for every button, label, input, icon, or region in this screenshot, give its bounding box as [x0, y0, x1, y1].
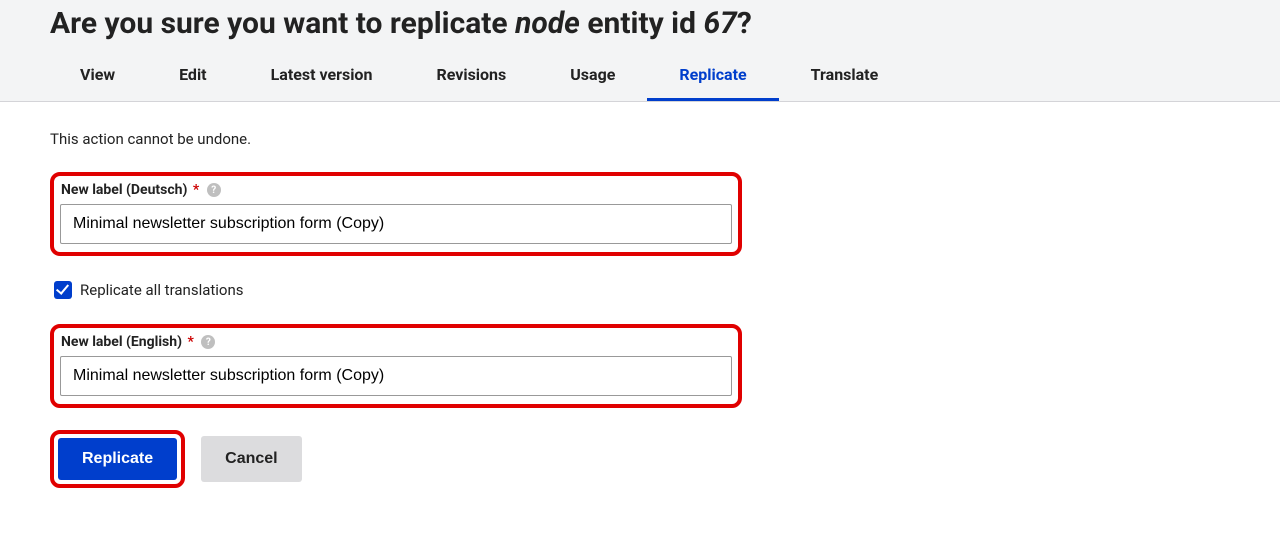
checkbox-replicate-translations[interactable] — [54, 281, 72, 299]
tabs: View Edit Latest version Revisions Usage… — [0, 51, 1280, 101]
field-group-label-en: New label (English) * ? — [50, 324, 742, 408]
tab-replicate[interactable]: Replicate — [647, 51, 778, 101]
title-entity-id: 67 — [703, 6, 736, 41]
checkbox-row-replicate-translations: Replicate all translations — [50, 278, 1230, 302]
form-actions: Replicate Cancel — [50, 430, 1230, 488]
input-label-en[interactable] — [60, 356, 732, 396]
help-icon[interactable]: ? — [201, 335, 215, 349]
tab-usage[interactable]: Usage — [538, 51, 647, 101]
field-group-label-de: New label (Deutsch) * ? — [50, 172, 742, 256]
title-suffix: ? — [737, 6, 752, 41]
title-mid: entity id — [580, 6, 704, 41]
replicate-button[interactable]: Replicate — [58, 438, 177, 480]
primary-button-highlight: Replicate — [50, 430, 185, 488]
input-label-de[interactable] — [60, 204, 732, 244]
help-icon[interactable]: ? — [207, 183, 221, 197]
checkbox-label-replicate-translations: Replicate all translations — [80, 281, 244, 299]
tab-view[interactable]: View — [48, 51, 147, 101]
label-en-text: New label (English) — [61, 334, 182, 350]
label-en: New label (English) * ? — [60, 334, 732, 350]
page-title: Are you sure you want to replicate node … — [0, 6, 1280, 51]
cancel-button[interactable]: Cancel — [201, 436, 301, 482]
warning-text: This action cannot be undone. — [50, 130, 1230, 148]
tab-latest-version[interactable]: Latest version — [239, 51, 405, 101]
title-entity-type: node — [515, 6, 580, 41]
tab-edit[interactable]: Edit — [147, 51, 239, 101]
required-indicator: * — [187, 334, 193, 350]
label-de-text: New label (Deutsch) — [61, 182, 187, 198]
main-content: This action cannot be undone. New label … — [0, 102, 1280, 528]
tab-translate[interactable]: Translate — [779, 51, 911, 101]
title-prefix: Are you sure you want to replicate — [50, 6, 515, 41]
tab-revisions[interactable]: Revisions — [404, 51, 538, 101]
required-indicator: * — [193, 182, 199, 198]
label-de: New label (Deutsch) * ? — [60, 182, 732, 198]
